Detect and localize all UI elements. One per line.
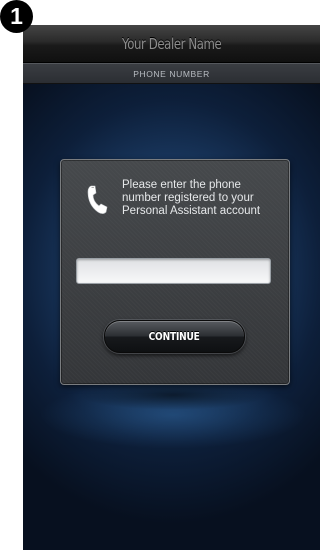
step-number-badge: 1	[0, 0, 33, 33]
instruction-text: Please enter the phone number registered…	[122, 179, 261, 217]
phone-number-input[interactable]	[76, 258, 271, 284]
title-bar: Your Dealer Name	[23, 25, 320, 63]
phone-entry-dialog: Please enter the phone number registered…	[60, 159, 290, 385]
continue-button-label: CONTINUE	[148, 330, 201, 343]
page: 1 Your Dealer Name PHONE NUMBER Please e…	[0, 0, 320, 550]
section-header: PHONE NUMBER	[23, 63, 320, 84]
section-header-label: PHONE NUMBER	[133, 68, 210, 79]
dealer-name-title: Your Dealer Name	[121, 34, 222, 53]
phone-screen: Your Dealer Name PHONE NUMBER Please ent…	[23, 25, 320, 550]
continue-button[interactable]: CONTINUE	[104, 320, 245, 353]
phone-handset-icon	[85, 185, 109, 215]
